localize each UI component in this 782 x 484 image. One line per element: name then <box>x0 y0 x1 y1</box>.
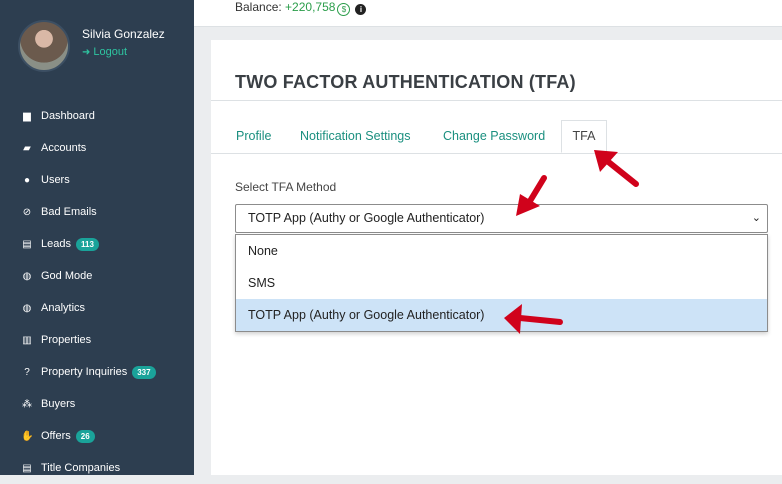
sidebar-nav: ▆ Dashboard ▰ Accounts ● Users ⊘ Bad Emails … <box>0 100 194 484</box>
balance-value: +220,758 <box>285 0 336 14</box>
sidebar-item-bad-emails[interactable]: ⊘ Bad Emails <box>0 196 194 228</box>
globe-icon: ◍ <box>22 302 32 314</box>
user-icon: ● <box>23 174 31 186</box>
sidebar-item-label: Title Companies <box>41 462 121 474</box>
sidebar-item-accounts[interactable]: ▰ Accounts <box>0 132 194 164</box>
list-icon: ▤ <box>22 462 32 474</box>
users-icon: ⁂ <box>22 398 32 410</box>
info-icon[interactable]: i <box>355 4 367 15</box>
tfa-method-label: Select TFA Method <box>235 180 337 194</box>
tab-notification-settings[interactable]: Notification Settings <box>300 129 410 143</box>
sidebar-item-label: Leads <box>41 238 71 250</box>
top-bar: Balance: +220,758 $ i <box>194 0 782 27</box>
page-title: TWO FACTOR AUTHENTICATION (TFA) <box>235 72 576 92</box>
sidebar-item-dashboard[interactable]: ▆ Dashboard <box>0 100 194 132</box>
sidebar: Silvia Gonzalez ➜ Logout ▆ Dashboard ▰ Acco… <box>0 0 194 475</box>
sidebar-item-users[interactable]: ● Users <box>0 164 194 196</box>
sidebar-item-properties[interactable]: ▥ Properties <box>0 324 194 356</box>
id-card-icon: ▤ <box>22 238 32 250</box>
annotation-arrow-icon <box>504 304 563 334</box>
sidebar-item-offers[interactable]: ✋ Offers 26 <box>0 420 194 452</box>
sidebar-item-label: Property Inquiries <box>41 366 128 378</box>
sidebar-item-label: Analytics <box>41 302 86 314</box>
count-badge: 337 <box>132 365 156 379</box>
sidebar-item-label: Bad Emails <box>41 206 97 218</box>
sidebar-item-label: Properties <box>41 334 92 346</box>
handshake-icon: ✋ <box>21 430 34 442</box>
balance: Balance: +220,758 $ i <box>235 0 367 16</box>
logout-label: Logout <box>93 46 128 58</box>
tab-profile[interactable]: Profile <box>236 129 271 143</box>
sidebar-item-title-companies[interactable]: ▤ Title Companies <box>0 452 194 484</box>
logout-link[interactable]: ➜ Logout <box>82 46 127 58</box>
chart-icon: ▆ <box>23 110 31 122</box>
sidebar-item-buyers[interactable]: ⁂ Buyers <box>0 388 194 420</box>
sidebar-item-leads[interactable]: ▤ Leads 113 <box>0 228 194 260</box>
sidebar-item-label: God Mode <box>41 270 93 282</box>
sidebar-item-label: Users <box>41 174 70 186</box>
ban-icon: ⊘ <box>22 206 32 218</box>
annotation-arrow-icon <box>516 175 547 216</box>
sidebar-item-label: Dashboard <box>41 110 95 122</box>
tab-bar: Profile Notification Settings Change Pas… <box>211 120 782 154</box>
sidebar-item-analytics[interactable]: ◍ Analytics <box>0 292 194 324</box>
sign-out-icon: ➜ <box>82 47 91 58</box>
chevron-down-icon: ⌄ <box>751 212 761 224</box>
user-name: Silvia Gonzalez <box>82 27 165 41</box>
tab-change-password[interactable]: Change Password <box>443 129 545 143</box>
select-value: TOTP App (Authy or Google Authenticator) <box>248 211 485 225</box>
coin-icon: $ <box>337 3 351 16</box>
building-icon: ▥ <box>22 334 32 346</box>
settings-card: TWO FACTOR AUTHENTICATION (TFA) Profile … <box>211 40 782 475</box>
option-sms[interactable]: SMS <box>236 267 767 299</box>
option-none[interactable]: None <box>236 235 767 267</box>
globe-icon: ◍ <box>22 270 32 282</box>
sidebar-item-label: Buyers <box>41 398 76 410</box>
card-header: TWO FACTOR AUTHENTICATION (TFA) <box>211 40 782 101</box>
avatar[interactable] <box>18 20 70 72</box>
annotation-arrow-icon <box>594 150 639 187</box>
balance-label: Balance: <box>235 0 282 14</box>
count-badge: 113 <box>75 237 99 251</box>
tfa-method-select[interactable]: TOTP App (Authy or Google Authenticator)… <box>235 204 768 233</box>
sidebar-item-label: Offers <box>41 430 71 442</box>
question-circle-icon: ? <box>24 366 30 378</box>
briefcase-icon: ▰ <box>23 142 31 154</box>
sidebar-item-god-mode[interactable]: ◍ God Mode <box>0 260 194 292</box>
count-badge: 26 <box>75 429 95 443</box>
sidebar-item-label: Accounts <box>41 142 87 154</box>
sidebar-item-property-inquiries[interactable]: ? Property Inquiries 337 <box>0 356 194 388</box>
